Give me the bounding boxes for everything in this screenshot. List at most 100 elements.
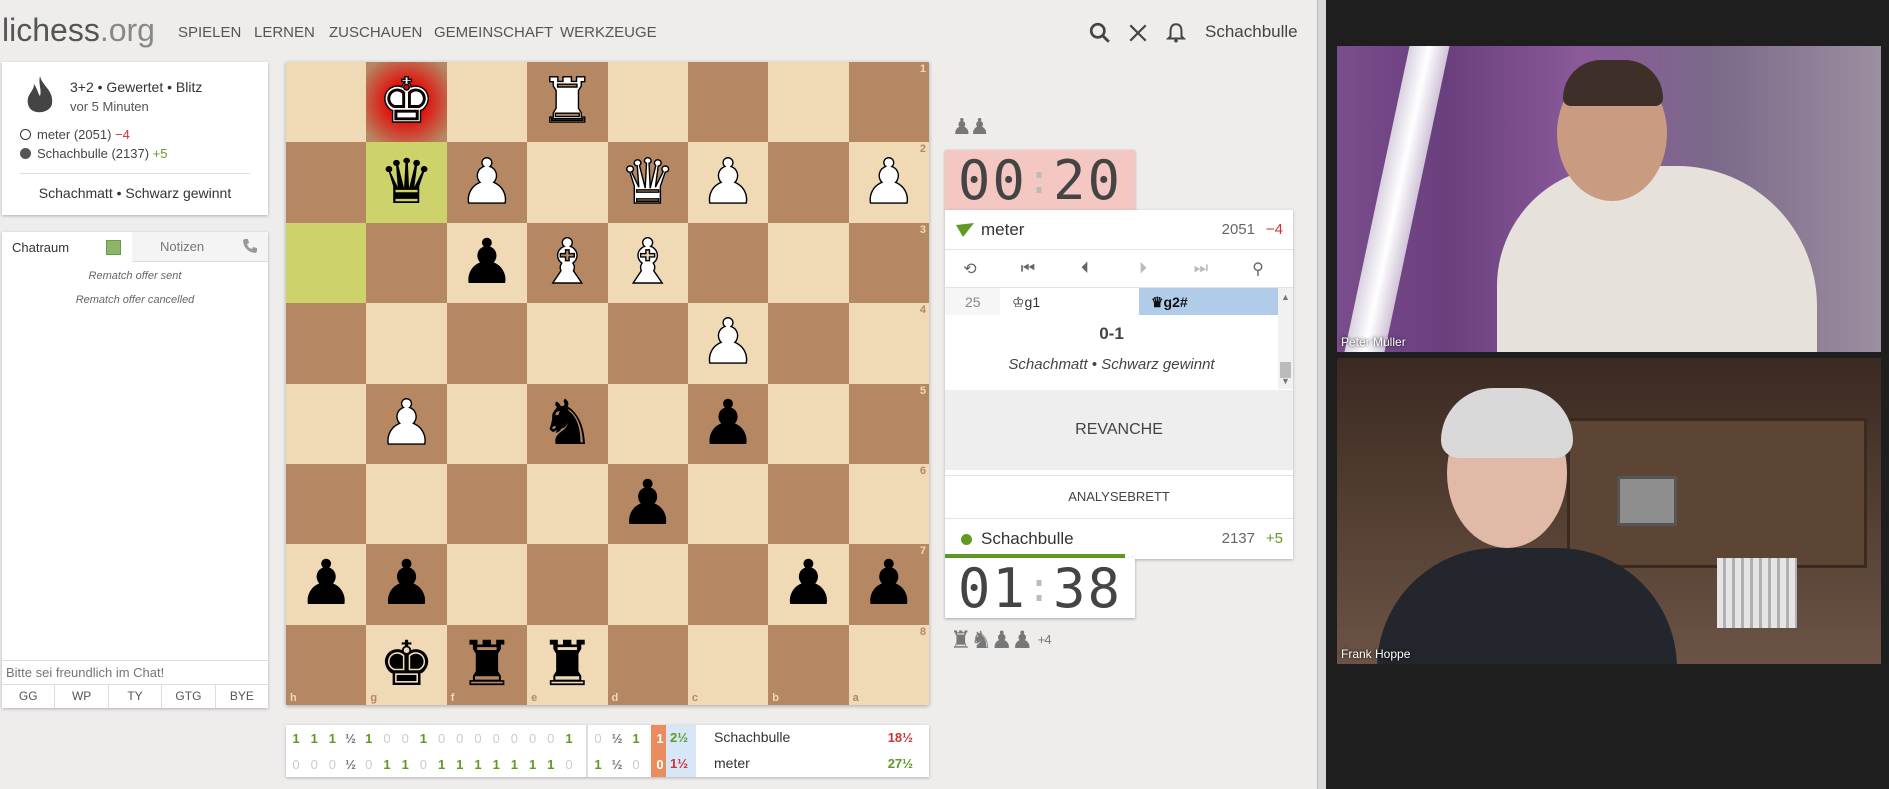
board-square[interactable]: ♛	[366, 142, 447, 223]
crosstable-cell[interactable]: 1	[543, 757, 559, 772]
crosstable-cell[interactable]: 0	[452, 731, 468, 746]
board-square[interactable]	[366, 463, 447, 545]
player-name[interactable]: Schachbulle	[981, 529, 1074, 549]
board-square[interactable]: ♟	[366, 383, 447, 464]
board-square[interactable]	[286, 142, 367, 223]
board-square[interactable]	[768, 303, 849, 384]
crosstable-cell[interactable]: 1	[590, 757, 606, 772]
crosstable-cell[interactable]: 0	[470, 731, 486, 746]
chat-input[interactable]	[2, 660, 268, 684]
board-square[interactable]	[768, 142, 849, 223]
bell-icon[interactable]	[1165, 22, 1187, 44]
board-square[interactable]: ♟ 2	[848, 142, 929, 223]
analysis-board-button[interactable]: ANALYSEBRETT	[945, 475, 1293, 517]
nav-tools[interactable]: WERKZEUGE	[560, 24, 657, 41]
nav-learn[interactable]: LERNEN	[254, 24, 315, 41]
board-square[interactable]: ♚ g	[366, 624, 447, 705]
crosstable-cell[interactable]: 0	[288, 757, 304, 772]
black-pawn-piece[interactable]: ♟	[379, 553, 435, 615]
crosstable-cell[interactable]: 0	[361, 757, 377, 772]
phone-icon[interactable]	[242, 238, 258, 254]
board-square[interactable]: ♝	[607, 222, 688, 304]
crosstable-cell[interactable]: 0	[543, 731, 559, 746]
black-pawn-piece[interactable]: ♟	[861, 553, 917, 615]
board-square[interactable]: ♟	[446, 142, 528, 223]
crosstable-cell[interactable]: 1	[652, 731, 668, 746]
board-square[interactable]: ♚	[366, 62, 447, 143]
board-square[interactable]: ♟	[286, 544, 367, 625]
board-square[interactable]: ♟	[366, 544, 447, 625]
board-square[interactable]	[446, 544, 528, 625]
nav-community[interactable]: GEMEINSCHAFT	[434, 24, 553, 41]
crosstable-cell[interactable]: ½	[343, 757, 359, 772]
crosstable-cell[interactable]: 1	[415, 731, 431, 746]
board-square[interactable]: c	[687, 624, 769, 705]
black-knight-piece[interactable]: ♞	[540, 392, 596, 455]
board-square[interactable]: 8a	[848, 624, 929, 705]
black-queen-piece[interactable]: ♛	[379, 151, 435, 214]
crosstable-cell[interactable]: 0	[561, 757, 577, 772]
board-square[interactable]	[607, 62, 688, 143]
preset-ty-button[interactable]: TY	[109, 685, 163, 708]
board-square[interactable]	[366, 303, 447, 384]
crosstable-player-1[interactable]: Schachbulle	[714, 729, 790, 745]
crosstable-cell[interactable]: 0	[397, 731, 413, 746]
board-square[interactable]	[286, 62, 367, 143]
board-square[interactable]: ♛	[607, 142, 688, 223]
board-square[interactable]	[687, 463, 769, 545]
board-square[interactable]	[607, 383, 688, 464]
board-square[interactable]: h	[286, 624, 367, 705]
board-square[interactable]: 1	[848, 62, 929, 143]
board-square[interactable]	[607, 303, 688, 384]
crosstable-cell[interactable]: 1	[470, 757, 486, 772]
board-square[interactable]	[286, 383, 367, 464]
board-square[interactable]	[527, 142, 608, 223]
black-pawn-piece[interactable]: ♟	[298, 553, 354, 615]
white-rook-piece[interactable]: ♜	[539, 70, 596, 133]
preset-wp-button[interactable]: WP	[55, 685, 109, 708]
prev-move-icon[interactable]: ⏴	[1062, 250, 1108, 288]
crosstable-cell[interactable]: 1	[561, 731, 577, 746]
board-square[interactable]: ♟	[607, 463, 688, 545]
chat-toggle-checkbox[interactable]	[106, 240, 121, 255]
nav-watch[interactable]: ZUSCHAUEN	[329, 24, 422, 41]
crosstable-cell[interactable]: 0	[525, 731, 541, 746]
board-square[interactable]	[527, 463, 608, 545]
crosstable-cell[interactable]: 0	[652, 757, 668, 772]
board-square[interactable]	[768, 463, 849, 545]
crosstable-cell[interactable]: 1	[628, 731, 644, 746]
crosstable-cell[interactable]: 1	[452, 757, 468, 772]
white-player-line[interactable]: meter (2051) −4	[20, 127, 130, 142]
board-square[interactable]	[286, 222, 367, 304]
crosstable-cell[interactable]: ½	[609, 731, 625, 746]
opponent-name[interactable]: meter	[981, 220, 1024, 240]
black-move-active[interactable]: ♛g2#	[1139, 288, 1278, 315]
board-square[interactable]: ♟	[687, 142, 769, 223]
black-rook-piece[interactable]: ♜	[459, 633, 515, 696]
tab-notes[interactable]: Notizen	[160, 239, 204, 254]
chess-board[interactable]: ♚ ♜ 1 ♛ ♟ ♛ ♟ ♟ 2 ♟ ♝ ♝ 3 ♟ 4 ♟ ♞ ♟ 5 ♟ 6 ♟ ♟ ♟ ♟ 7 h ♚ g ♜ f ♜ e d c b 8 a	[286, 62, 929, 705]
preset-gtg-button[interactable]: GTG	[162, 685, 216, 708]
board-square[interactable]	[446, 463, 528, 545]
preset-gg-button[interactable]: GG	[2, 685, 56, 708]
black-pawn-piece[interactable]: ♟	[700, 392, 756, 455]
challenge-swords-icon[interactable]	[1127, 22, 1149, 44]
crosstable-cell[interactable]: 0	[434, 731, 450, 746]
board-square[interactable]: ♞	[527, 383, 608, 464]
board-square[interactable]: ♝	[527, 222, 608, 304]
crosstable-cell[interactable]: 1	[397, 757, 413, 772]
crosstable-cell[interactable]: 1	[506, 757, 522, 772]
crosstable-cell[interactable]: 1	[434, 757, 450, 772]
board-square[interactable]: ♜ e	[527, 624, 608, 705]
white-king-piece[interactable]: ♚	[378, 70, 435, 133]
scroll-down-icon[interactable]: ▼	[1281, 376, 1290, 386]
crosstable-cell[interactable]: 0	[324, 757, 340, 772]
tab-chat[interactable]: Chatraum	[2, 232, 132, 262]
crosstable-cell[interactable]: 1	[324, 731, 340, 746]
white-pawn-piece[interactable]: ♟	[700, 150, 757, 213]
black-pawn-piece[interactable]: ♟	[620, 473, 676, 535]
board-square[interactable]: ♟	[687, 383, 769, 464]
scroll-up-icon[interactable]: ▲	[1281, 292, 1290, 302]
white-bishop-piece[interactable]: ♝	[539, 231, 596, 294]
board-square[interactable]	[687, 62, 769, 143]
